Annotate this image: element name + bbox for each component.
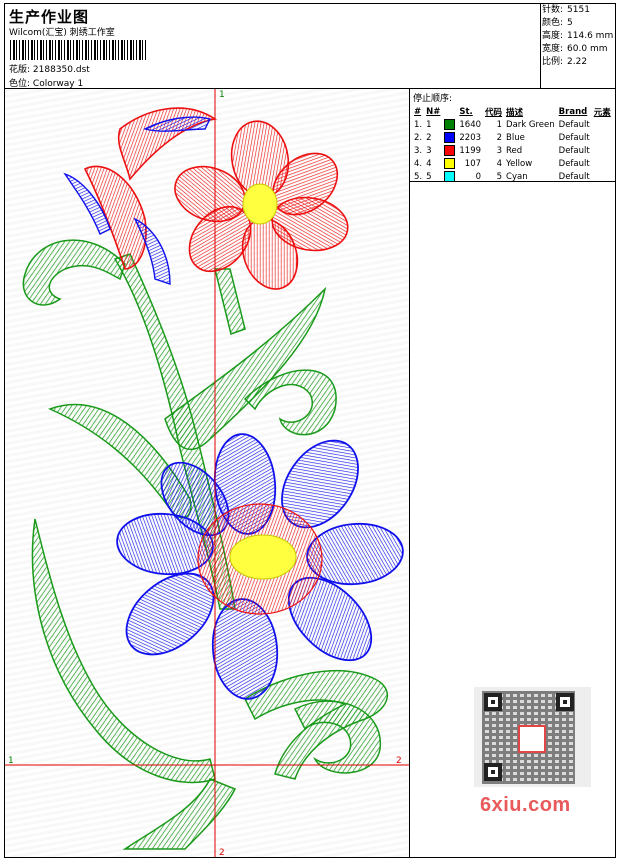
color-swatch [444,171,456,182]
qr-finder-icon [556,693,574,711]
qr-logo-icon [518,725,546,753]
table-row: 2. 2 2203 2 Blue Default [414,132,590,143]
crosshair-right-label: 2 [396,756,402,766]
stop-sequence-table: # N# St. 代码 描述 Brand 元素 1. 1 1640 1 Dark G… [412,105,613,183]
table-header-row: # N# St. 代码 描述 Brand 元素 [414,106,611,118]
specs-panel: 针数: 5151 颜色: 5 高度: 114.6 mm 宽度: 60.0 mm 比例: 2… [539,4,615,89]
color-swatch [444,132,456,143]
barcode [10,40,146,60]
spec-stitches: 针数: 5151 [542,5,590,15]
qr-finder-icon [484,763,502,781]
design-info: 花版: 2188350.dst [9,62,90,75]
stop-sequence-panel: 停止顺序: # N# St. 代码 描述 Brand 元素 1. 1 1640 1 … [410,89,615,182]
spec-width: 宽度: 60.0 mm [542,44,608,54]
red-flower-center [242,183,278,225]
colorway-value: Colorway 1 [32,79,84,89]
red-flower [83,107,349,290]
table-row: 1. 1 1640 1 Dark Green Default [414,119,590,130]
design-value: 2188350.dst [32,65,90,75]
worksheet-frame: 生产作业图 Wilcom(汇宝) 刺绣工作室 花版: 2188350.dst 色… [4,3,616,858]
color-swatch [444,158,456,169]
design-label: 花版: [9,65,31,75]
page-title: 生产作业图 [9,8,90,26]
spec-height: 高度: 114.6 mm [542,31,614,41]
crosshair-bottom-label: 2 [219,848,225,857]
color-swatch [444,145,456,156]
color-swatch [444,119,456,130]
table-row: 5. 5 05 Cyan Default [414,171,590,182]
crosshair-left-label: 1 [8,756,14,766]
spec-colors: 颜色: 5 [542,18,573,28]
header-panel: 生产作业图 Wilcom(汇宝) 刺绣工作室 花版: 2188350.dst 色… [5,4,541,89]
spec-scale: 比例: 2.22 [542,57,588,67]
qr-finder-icon [484,693,502,711]
colorway-info: 色位: Colorway 1 [9,76,83,89]
design-canvas: 1 2 1 2 [5,89,410,857]
company-name: Wilcom(汇宝) 刺绣工作室 [9,28,115,38]
watermark: 6xiu.com [480,794,571,816]
embroidery-drawing: 1 2 1 2 [5,89,409,857]
crosshair-top-label: 1 [219,90,225,100]
table-row: 3. 3 1199 3 Red Default [414,145,590,156]
stop-sequence-title: 停止顺序: [413,94,453,104]
table-row: 4. 4 107 4 Yellow Default [414,158,590,169]
blue-flower-center [229,534,297,580]
colorway-label: 色位: [9,79,31,89]
qr-code [474,687,591,787]
